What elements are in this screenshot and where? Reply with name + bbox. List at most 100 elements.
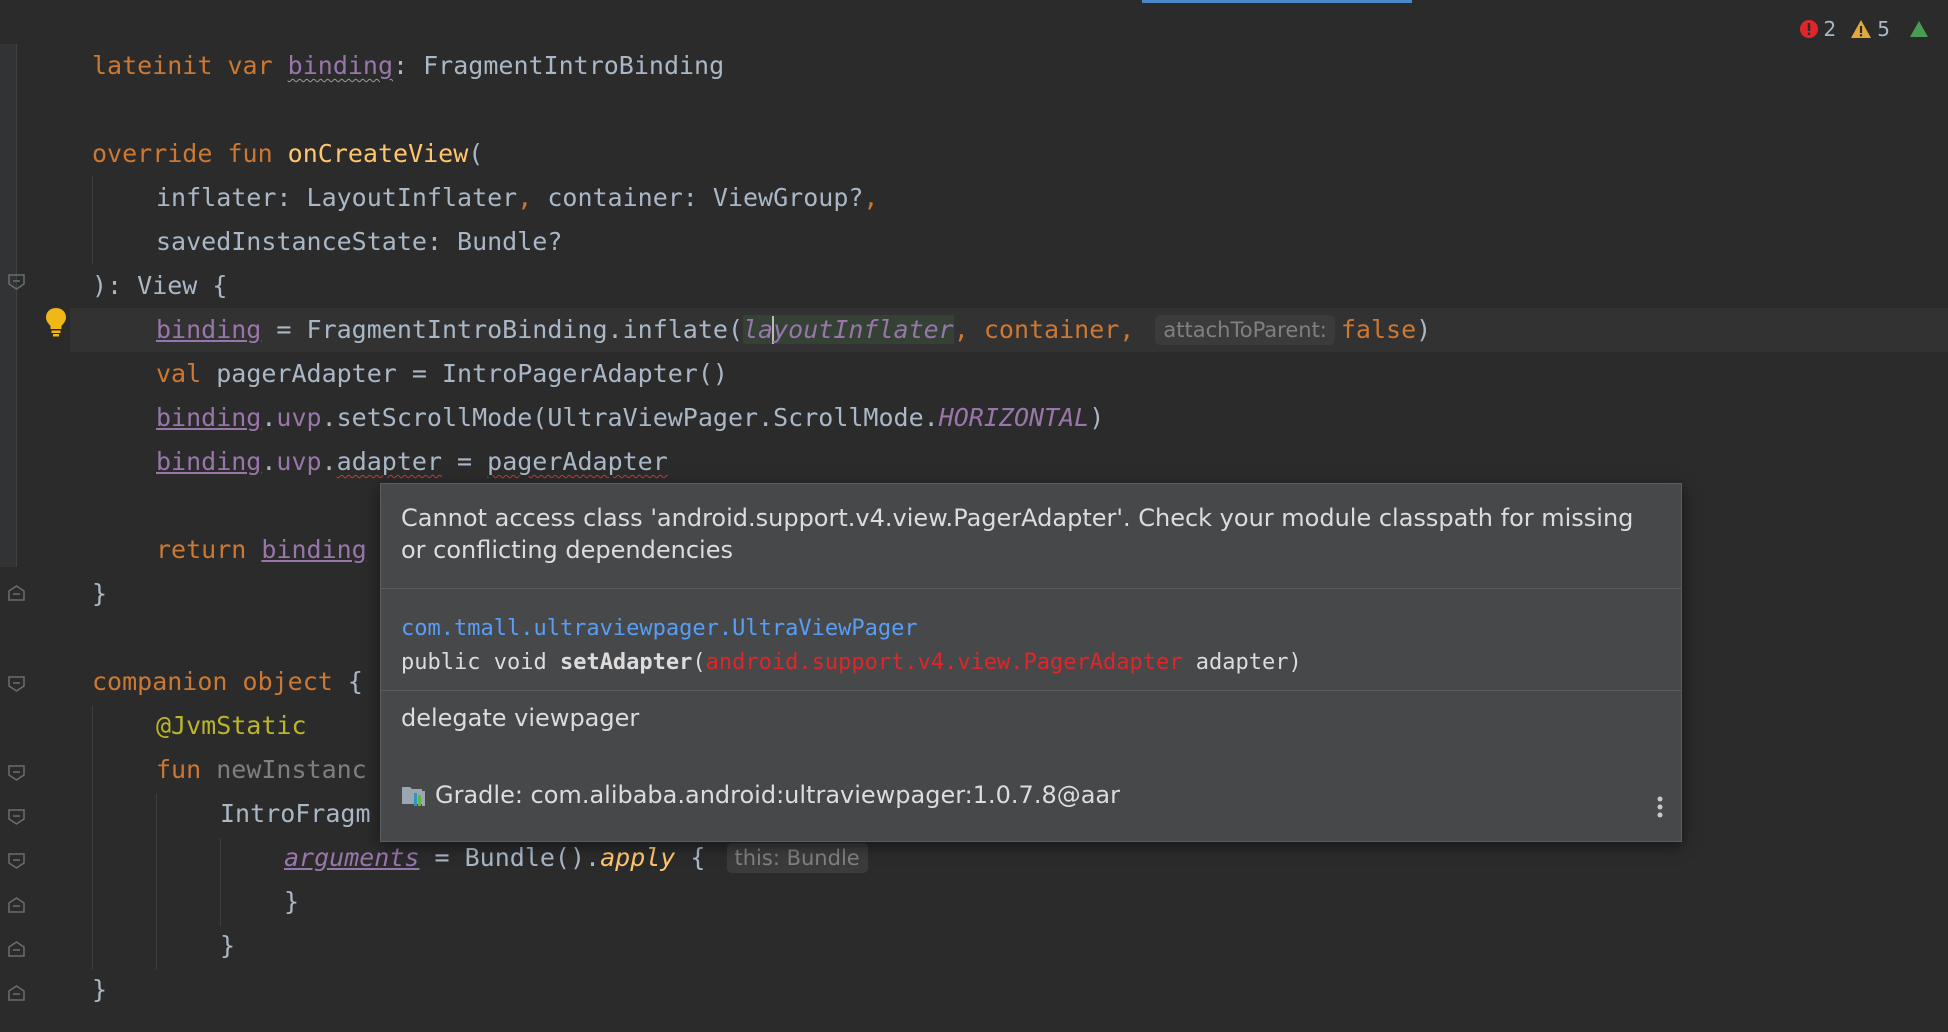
quick-documentation-popup[interactable]: Cannot access class 'android.support.v4.… xyxy=(380,483,1682,842)
warning-count[interactable]: 5 xyxy=(1850,17,1890,41)
identifier: uvp xyxy=(276,403,322,432)
fold-marker-icon[interactable] xyxy=(8,853,25,869)
identifier: binding xyxy=(287,51,394,80)
lightbulb-icon[interactable] xyxy=(44,306,68,338)
code-text: . xyxy=(261,403,277,432)
divider xyxy=(381,588,1681,589)
code-text: , container, xyxy=(953,315,1150,344)
code-text: } xyxy=(220,931,236,960)
function-name: onCreateView xyxy=(287,139,469,168)
library-icon xyxy=(402,787,425,806)
fold-marker-icon[interactable] xyxy=(8,765,25,781)
indent-guide xyxy=(220,838,221,926)
more-options-icon[interactable] xyxy=(1657,795,1663,819)
annotation: @JvmStatic xyxy=(156,711,307,740)
code-text: ) xyxy=(1416,315,1432,344)
keyword: companion object xyxy=(92,667,348,696)
code-line[interactable]: IntroFragm xyxy=(220,792,371,836)
identifier: la xyxy=(743,315,774,344)
code-line[interactable]: fun newInstanc xyxy=(156,748,367,792)
editor-gutter[interactable] xyxy=(0,0,70,1032)
signature-text: public void xyxy=(401,650,560,675)
library-source: Gradle: com.alibaba.android:ultraviewpag… xyxy=(401,781,1120,809)
function-name: apply xyxy=(600,843,676,872)
identifier: binding xyxy=(156,447,262,476)
code-text: container: ViewGroup? xyxy=(547,183,864,212)
code-text: inflater: LayoutInflater xyxy=(156,183,518,212)
code-text: ) xyxy=(1089,403,1105,432)
error-count[interactable]: 2 xyxy=(1799,17,1836,41)
error-icon xyxy=(1799,20,1818,38)
fold-marker-icon[interactable] xyxy=(8,585,25,601)
code-text: , xyxy=(863,183,879,212)
fold-marker-icon[interactable] xyxy=(8,941,25,957)
divider xyxy=(381,690,1681,691)
unresolved-type: android.support.v4.view.PagerAdapter xyxy=(705,650,1183,675)
gutter-change-marker xyxy=(0,44,17,567)
code-text: = FragmentIntroBinding.inflate( xyxy=(261,315,743,344)
code-line[interactable]: inflater: LayoutInflater, container: Vie… xyxy=(156,176,878,220)
fold-marker-icon[interactable] xyxy=(8,897,25,913)
method-signature: com.tmall.ultraviewpager.UltraViewPager … xyxy=(401,612,1302,680)
identifier: binding xyxy=(261,535,367,564)
code-text: { xyxy=(347,667,363,696)
code-line[interactable]: binding.uvp.adapter = pagerAdapter xyxy=(156,440,668,484)
fold-marker-icon[interactable] xyxy=(8,985,25,1001)
error-identifier: adapter xyxy=(336,447,442,476)
keyword: fun xyxy=(156,755,217,784)
code-line[interactable]: override fun onCreateView( xyxy=(92,132,483,176)
signature-text: ( xyxy=(692,650,706,675)
code-line[interactable]: savedInstanceState: Bundle? xyxy=(156,220,562,264)
indent-guide xyxy=(156,794,157,970)
code-line[interactable]: lateinit var binding: FragmentIntroBindi… xyxy=(92,44,724,88)
code-line[interactable]: } xyxy=(92,968,107,1012)
code-line[interactable]: binding = FragmentIntroBinding.inflate(l… xyxy=(156,308,1431,352)
code-text: IntroFragm xyxy=(220,799,371,828)
code-editor[interactable]: 2 5 lateinit var binding: FragmentIntroB… xyxy=(0,0,1948,1032)
code-text: = Bundle(). xyxy=(419,843,601,872)
active-tab-indicator xyxy=(1142,0,1412,3)
error-identifier: pagerAdapter xyxy=(487,447,668,476)
code-line[interactable]: } xyxy=(92,572,107,616)
keyword: override fun xyxy=(92,139,288,168)
identifier: youtInflater xyxy=(773,315,954,344)
code-line[interactable]: companion object { xyxy=(92,660,363,704)
code-text: savedInstanceState: Bundle? xyxy=(156,227,563,256)
identifier: uvp xyxy=(276,447,322,476)
identifier: arguments xyxy=(284,843,420,872)
indent-guide xyxy=(92,706,93,970)
inspection-status[interactable]: 2 5 xyxy=(1799,16,1928,42)
method-name: setAdapter xyxy=(559,650,693,675)
library-name: Gradle: com.alibaba.android:ultraviewpag… xyxy=(435,781,1121,809)
keyword: lateinit var xyxy=(92,51,288,80)
identifier: binding xyxy=(156,403,262,432)
code-line[interactable]: arguments = Bundle().apply { this: Bundl… xyxy=(284,836,874,880)
fold-marker-icon[interactable] xyxy=(8,676,25,692)
code-line[interactable]: } xyxy=(284,880,299,924)
warning-icon xyxy=(1851,20,1872,38)
code-text: : FragmentIntroBinding xyxy=(393,51,725,80)
type-hint: this: Bundle xyxy=(726,843,868,873)
identifier: binding xyxy=(156,315,262,344)
indent-guide xyxy=(92,176,93,264)
code-text: .setScrollMode(UltraViewPager.ScrollMode… xyxy=(321,403,939,432)
function-name: newInstanc xyxy=(216,755,367,784)
code-line[interactable]: return binding xyxy=(156,528,367,572)
fold-marker-icon[interactable] xyxy=(8,809,25,825)
code-line[interactable]: @JvmStatic xyxy=(156,704,307,748)
inspection-ok-icon xyxy=(1910,21,1928,37)
method-description: delegate viewpager xyxy=(401,704,640,732)
signature-text: adapter) xyxy=(1182,650,1302,675)
code-line[interactable]: binding.uvp.setScrollMode(UltraViewPager… xyxy=(156,396,1104,440)
code-line[interactable]: } xyxy=(220,924,235,968)
code-line[interactable]: ): View { xyxy=(92,264,227,308)
code-text: . xyxy=(261,447,277,476)
class-link[interactable]: com.tmall.ultraviewpager.UltraViewPager xyxy=(401,616,918,641)
code-text: = xyxy=(442,447,488,476)
code-line[interactable]: val pagerAdapter = IntroPagerAdapter() xyxy=(156,352,728,396)
keyword: return xyxy=(156,535,262,564)
error-message: Cannot access class 'android.support.v4.… xyxy=(401,504,1634,564)
fold-marker-icon[interactable] xyxy=(8,274,25,290)
code-text: } xyxy=(92,579,108,608)
code-text: { xyxy=(675,843,721,872)
